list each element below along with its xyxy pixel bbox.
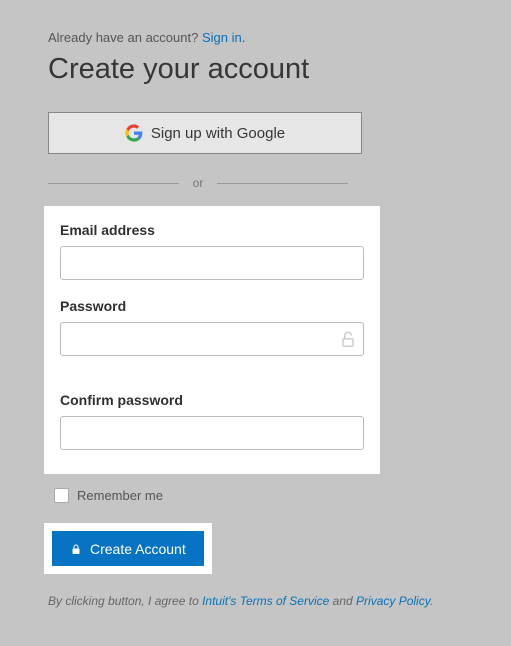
privacy-policy-link[interactable]: Privacy Policy bbox=[356, 594, 430, 608]
confirm-password-label: Confirm password bbox=[60, 392, 364, 408]
existing-account-prompt: Already have an account? Sign in. bbox=[48, 30, 463, 45]
confirm-password-field[interactable] bbox=[60, 416, 364, 450]
lock-icon bbox=[70, 542, 82, 556]
divider: or bbox=[48, 176, 348, 190]
sign-in-link[interactable]: Sign in bbox=[202, 30, 242, 45]
create-account-button[interactable]: Create Account bbox=[52, 531, 204, 566]
remember-me-label: Remember me bbox=[77, 488, 163, 503]
google-signup-label: Sign up with Google bbox=[151, 125, 285, 142]
page-title: Create your account bbox=[48, 53, 463, 86]
existing-account-text: Already have an account? bbox=[48, 30, 202, 45]
terms-of-service-link[interactable]: Intuit's Terms of Service bbox=[202, 594, 329, 608]
signup-form: Email address Password Confirm password bbox=[44, 206, 380, 474]
email-label: Email address bbox=[60, 222, 364, 238]
google-signup-button[interactable]: Sign up with Google bbox=[48, 112, 362, 154]
divider-line-right bbox=[217, 183, 348, 184]
divider-line-left bbox=[48, 183, 179, 184]
terms-text: By clicking button, I agree to Intuit's … bbox=[48, 594, 463, 608]
create-account-label: Create Account bbox=[90, 541, 186, 557]
password-field[interactable] bbox=[60, 322, 364, 356]
remember-me-checkbox[interactable] bbox=[54, 488, 69, 503]
divider-text: or bbox=[179, 176, 218, 190]
unlock-icon[interactable] bbox=[338, 326, 358, 350]
email-field[interactable] bbox=[60, 246, 364, 280]
google-icon bbox=[125, 124, 143, 142]
password-label: Password bbox=[60, 298, 364, 314]
